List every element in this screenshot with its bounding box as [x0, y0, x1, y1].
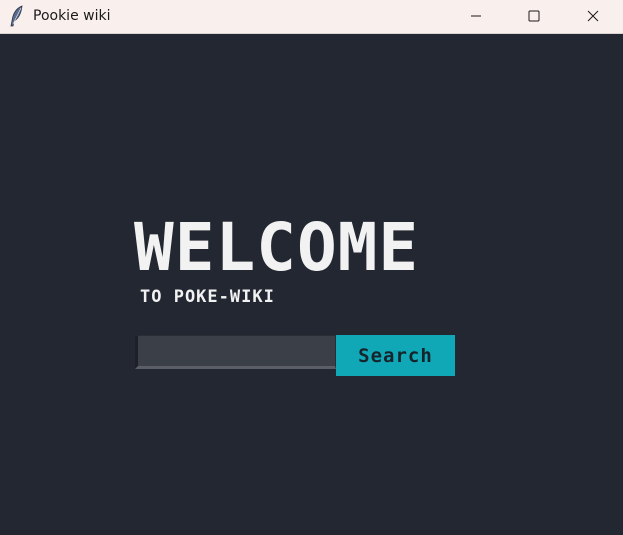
app-window: Pookie wiki WELCOME TO POKE-WIKI Search	[0, 0, 623, 535]
maximize-icon	[528, 7, 540, 26]
search-input[interactable]	[135, 335, 336, 369]
minimize-icon	[470, 7, 482, 26]
maximize-button[interactable]	[505, 0, 563, 33]
main-content: WELCOME TO POKE-WIKI Search	[0, 34, 623, 535]
title-bar[interactable]: Pookie wiki	[0, 0, 623, 34]
welcome-heading: WELCOME	[134, 209, 420, 286]
subtitle: TO POKE-WIKI	[140, 287, 275, 307]
close-icon	[587, 7, 599, 26]
close-button[interactable]	[564, 0, 622, 33]
minimize-button[interactable]	[447, 0, 505, 33]
window-title: Pookie wiki	[33, 8, 111, 24]
search-button[interactable]: Search	[336, 335, 455, 376]
feather-icon	[9, 5, 25, 27]
